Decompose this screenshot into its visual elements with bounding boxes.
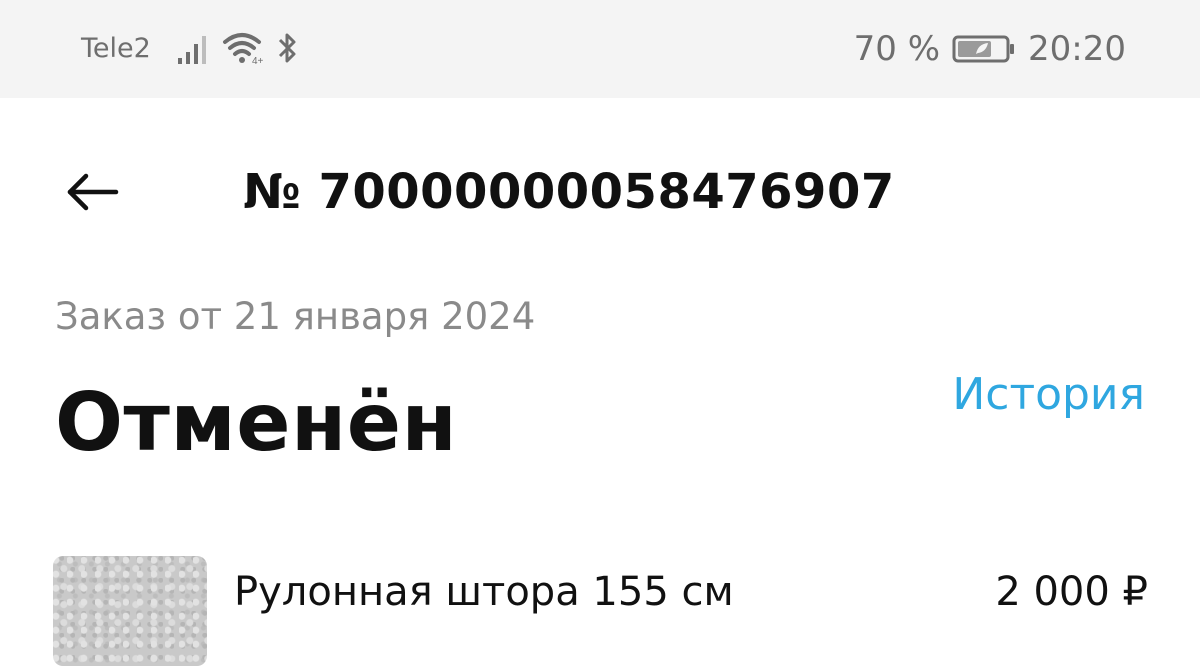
item-price: 2 000 ₽ (995, 569, 1148, 615)
back-arrow-icon (64, 172, 120, 216)
item-name: Рулонная штора 155 см (234, 569, 734, 615)
signal-icon (176, 30, 212, 70)
app-header: № 70000000058476907 (0, 98, 1200, 288)
wifi-icon: 4+ (222, 30, 266, 70)
order-status: Отменён (55, 376, 458, 469)
status-icons: 4+ (176, 30, 300, 70)
bluetooth-icon (276, 30, 300, 70)
history-link[interactable]: История (952, 367, 1145, 423)
battery-percent: 70 % (853, 29, 941, 69)
item-thumbnail (53, 556, 207, 666)
svg-text:4+: 4+ (252, 56, 264, 66)
clock: 20:20 (1028, 29, 1126, 69)
battery-icon (952, 34, 1016, 64)
page-title: № 70000000058476907 (243, 164, 895, 220)
back-button[interactable] (56, 162, 128, 226)
carrier-name: Tele2 (81, 33, 151, 64)
order-date: Заказ от 21 января 2024 (55, 295, 536, 338)
status-bar: Tele2 4+ 70 % 20:20 (0, 0, 1200, 98)
status-right: 70 % 20:20 (854, 28, 1126, 70)
